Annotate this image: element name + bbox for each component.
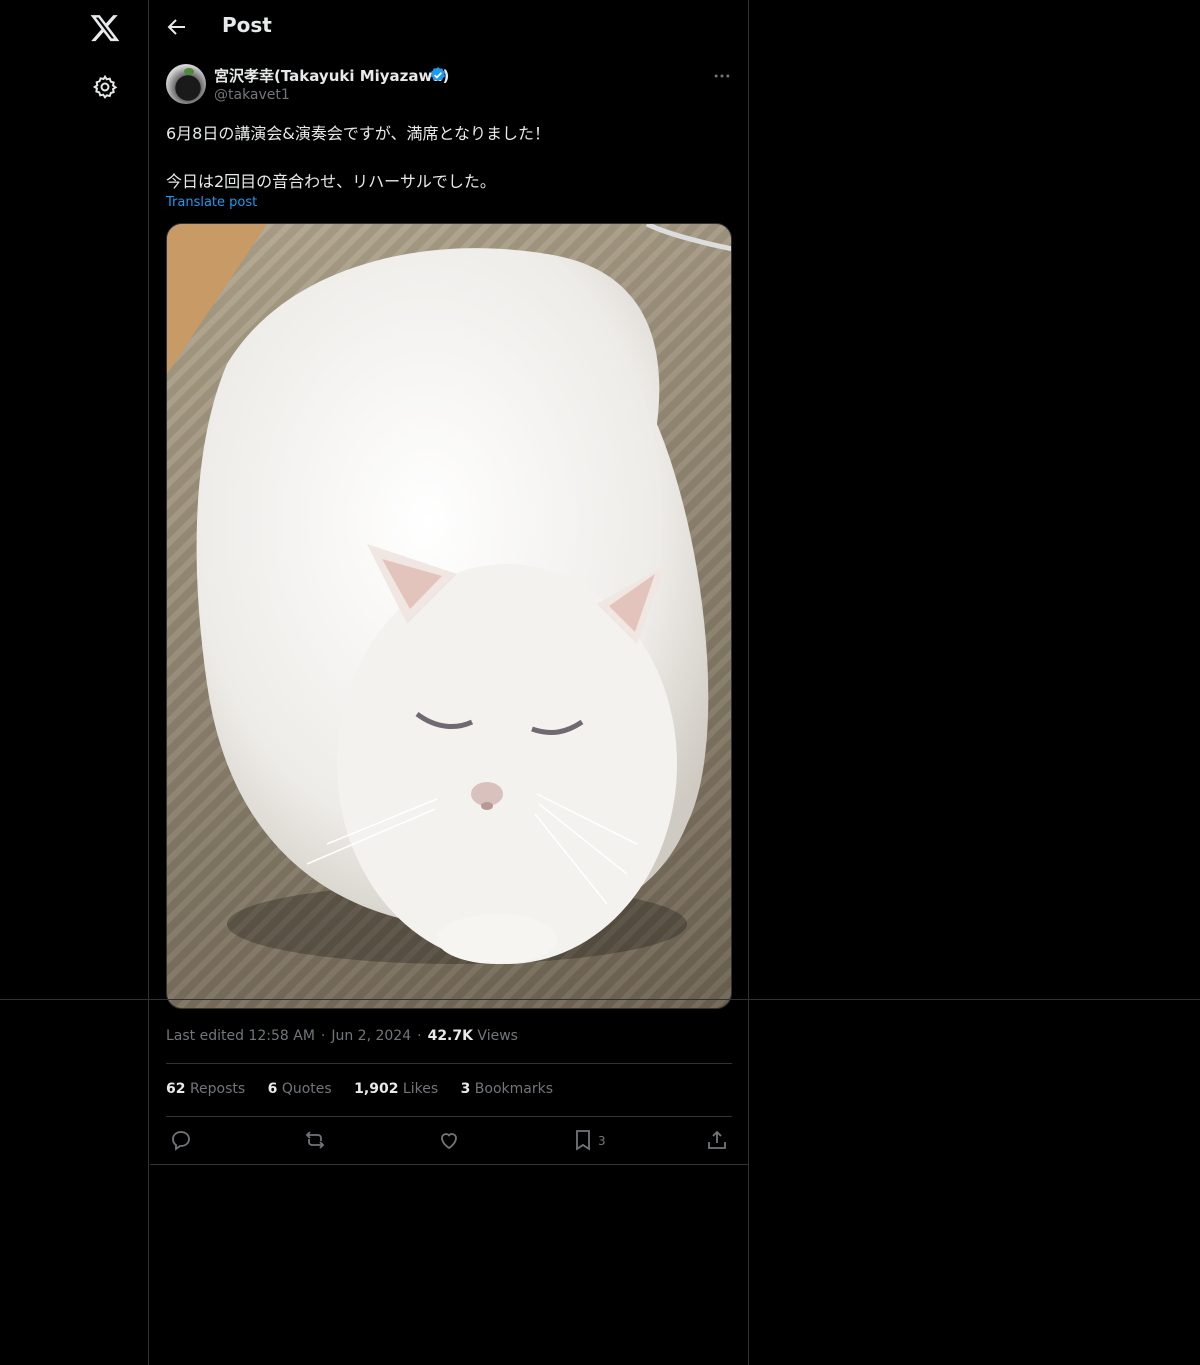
avatar[interactable] — [166, 64, 206, 104]
post-column: Post 宮沢孝幸(Takayuki Miyazawa) @takavet1 6… — [150, 0, 749, 1365]
page-title: Post — [222, 13, 272, 37]
more-icon[interactable] — [712, 66, 732, 86]
action-bar: 3 — [150, 1128, 748, 1154]
likes-stat[interactable]: 1,902 Likes — [354, 1081, 438, 1097]
views-count: 42.7K — [427, 1028, 473, 1044]
separator-dot: · — [417, 1028, 422, 1044]
bookmarks-label: Bookmarks — [474, 1081, 553, 1097]
post-image[interactable] — [166, 223, 732, 1009]
bookmark-icon[interactable] — [571, 1128, 595, 1152]
like-icon[interactable] — [437, 1128, 461, 1152]
share-icon[interactable] — [705, 1128, 729, 1152]
divider — [150, 1164, 748, 1165]
post-date[interactable]: Jun 2, 2024 — [331, 1028, 411, 1044]
views-label: Views — [477, 1028, 518, 1044]
post-header: Post — [150, 0, 748, 55]
reposts-count: 62 — [166, 1081, 186, 1097]
separator-dot: · — [320, 1028, 326, 1044]
edited-time[interactable]: Last edited 12:58 AM — [166, 1028, 315, 1044]
likes-label: Likes — [402, 1081, 439, 1097]
post-meta: Last edited 12:58 AM · Jun 2, 2024 · 42.7K V… — [166, 1028, 518, 1044]
divider — [166, 1063, 732, 1064]
reposts-label: Reposts — [189, 1081, 246, 1097]
author-handle[interactable]: @takavet1 — [214, 87, 290, 103]
divider — [166, 1116, 732, 1117]
bookmarks-stat[interactable]: 3 Bookmarks — [461, 1081, 553, 1097]
left-nav-rail — [0, 0, 149, 1365]
bookmark-count: 3 — [598, 1134, 606, 1148]
reposts-stat[interactable]: 62 Reposts — [166, 1081, 245, 1097]
author-name[interactable]: 宮沢孝幸(Takayuki Miyazawa) — [214, 65, 449, 86]
engagement-stats: 62 Reposts 6 Quotes 1,902 Likes 3 Bookma… — [166, 1081, 571, 1097]
post-text-line: 今日は2回目の音合わせ、リハーサルでした。 — [166, 172, 496, 191]
bookmarks-count: 3 — [460, 1081, 471, 1097]
cat-photo-illustration — [167, 224, 731, 964]
page: Post 宮沢孝幸(Takayuki Miyazawa) @takavet1 6… — [0, 0, 1200, 1365]
post-text-line: 6月8日の講演会&演奏会ですが、満席となりました！ — [166, 124, 551, 143]
repost-icon[interactable] — [303, 1128, 327, 1152]
likes-count: 1,902 — [354, 1081, 399, 1097]
gear-icon[interactable] — [92, 74, 118, 100]
quotes-count: 6 — [267, 1081, 278, 1097]
back-arrow-icon[interactable] — [165, 15, 189, 39]
verified-badge-icon — [430, 67, 446, 82]
reply-icon[interactable] — [169, 1128, 193, 1152]
quotes-label: Quotes — [281, 1081, 332, 1097]
x-logo-icon[interactable] — [89, 12, 121, 44]
translate-post-link[interactable]: Translate post — [166, 195, 257, 210]
horizontal-guide-line — [0, 999, 1200, 1000]
quotes-stat[interactable]: 6 Quotes — [268, 1081, 332, 1097]
